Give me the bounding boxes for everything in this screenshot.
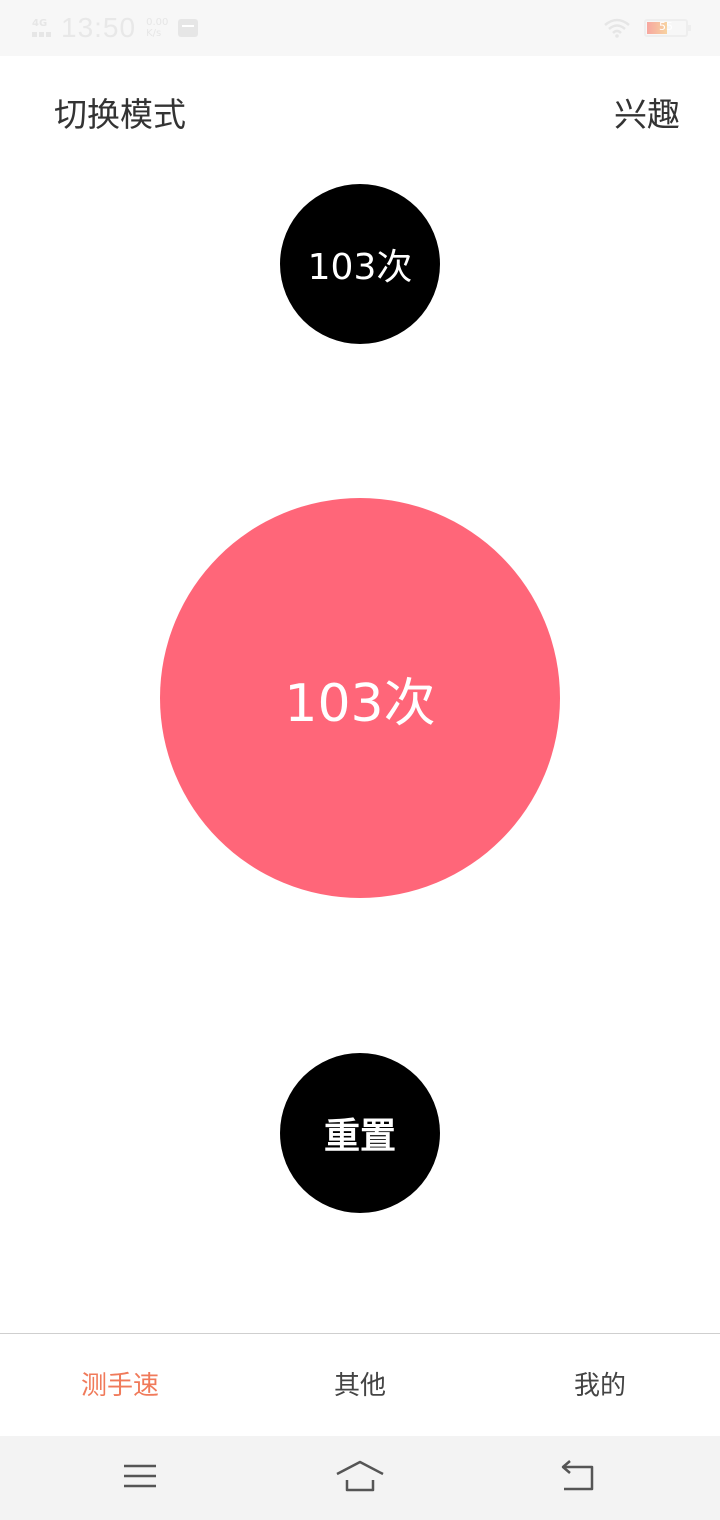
tab-other[interactable]: 其他 — [240, 1334, 480, 1436]
signal-bars — [32, 32, 51, 37]
tap-button[interactable]: 103次 — [160, 498, 560, 898]
back-icon — [561, 1460, 594, 1491]
status-left: 4G 13:50 0.00 K/s — [32, 10, 199, 46]
count-display-circle: 103次 — [280, 184, 440, 344]
network-speed-unit: K/s — [146, 28, 162, 39]
status-time: 13:50 — [61, 12, 137, 43]
count-display-text: 103次 — [307, 247, 413, 288]
app-header: 切换模式 兴趣 — [0, 56, 720, 166]
tab-label: 其他 — [333, 1370, 386, 1401]
nav-home-button[interactable] — [330, 1454, 390, 1498]
reset-label: 重置 — [323, 1116, 396, 1157]
network-speed: 0.00 K/s — [146, 17, 168, 39]
battery-icon: 55 — [644, 19, 691, 37]
message-notification-icon — [178, 19, 199, 37]
status-right: 55 — [604, 14, 691, 42]
tap-count-text: 103次 — [284, 673, 436, 734]
home-icon — [336, 1460, 384, 1492]
status-bar: 4G 13:50 0.00 K/s 55 — [0, 0, 720, 56]
tab-label: 我的 — [573, 1370, 626, 1401]
system-nav-bar — [0, 1436, 720, 1520]
menu-icon — [124, 1464, 156, 1488]
battery-level: 55 — [659, 20, 673, 33]
switch-mode-button[interactable]: 切换模式 — [54, 88, 186, 136]
tab-label: 测手速 — [80, 1370, 159, 1401]
interest-button[interactable]: 兴趣 — [614, 88, 680, 136]
network-speed-value: 0.00 — [146, 17, 169, 28]
wifi-icon — [604, 18, 630, 38]
bottom-tab-bar: 测手速 其他 我的 — [0, 1333, 720, 1436]
nav-back-button[interactable] — [548, 1454, 608, 1498]
tab-speed-test[interactable]: 测手速 — [0, 1334, 240, 1436]
nav-menu-button[interactable] — [110, 1454, 170, 1498]
cellular-signal-icon: 4G — [32, 19, 51, 37]
tab-mine[interactable]: 我的 — [480, 1334, 720, 1436]
reset-button[interactable]: 重置 — [280, 1053, 440, 1213]
network-type-label: 4G — [32, 18, 48, 29]
